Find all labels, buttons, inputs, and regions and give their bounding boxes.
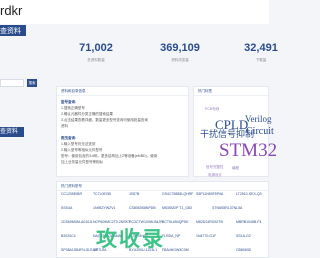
- card-divider: [57, 190, 268, 191]
- part-link[interactable]: S5P11N50F5P9A: [196, 192, 223, 196]
- part-link[interactable]: SSS4A: [61, 206, 72, 210]
- part-link[interactable]: M53SM2P T1_G83: [162, 206, 192, 210]
- tag-item[interactable]: STM32: [219, 141, 277, 160]
- info-card-title: 资料和目录信息: [61, 89, 86, 93]
- part-link[interactable]: BCT9L654QPSK: [162, 220, 188, 224]
- stat-downloads: 32,491 下载量: [236, 42, 286, 66]
- card-divider: [194, 95, 268, 96]
- stat-views: 369,109 资料浏览量: [150, 42, 210, 66]
- tag-cloud-title: 热门标签: [198, 89, 212, 93]
- info-line: 1.输入型号仍无法查到: [61, 142, 96, 146]
- info-line: 型号查询:: [61, 100, 77, 104]
- brand-logo-text: rdkr: [0, 3, 23, 18]
- info-line: 加上业务量元件型号等相似: [61, 160, 103, 164]
- part-link[interactable]: CC1205EIBR: [61, 192, 82, 196]
- search-button[interactable]: 搜索: [27, 79, 37, 87]
- part-link[interactable]: STN6S5RL37NL5A: [212, 206, 242, 210]
- part-link[interactable]: M82D24RG52TB: [196, 220, 223, 224]
- info-line: 1.搜索正确型号: [61, 106, 85, 110]
- side-nav-pill[interactable]: 查资料: [0, 127, 24, 137]
- part-link[interactable]: 1N4770-G1F: [196, 234, 216, 238]
- part-link[interactable]: GS4C7B88D-QHRF: [162, 192, 193, 196]
- part-link[interactable]: CS8060S8NPDB: [129, 206, 156, 210]
- stat-total-docs: 71,002 总资料数量: [70, 42, 122, 66]
- stat-label: 总资料数量: [87, 58, 105, 62]
- stat-value: 369,109: [160, 42, 200, 54]
- part-link[interactable]: MBRB1045B-F4: [236, 220, 261, 224]
- brand-bar: rdkr: [0, 0, 269, 24]
- part-link[interactable]: J0S7B: [129, 192, 139, 196]
- search-input[interactable]: [0, 79, 24, 87]
- part-link[interactable]: SS1A-G2: [236, 234, 251, 238]
- info-line: 2.确认元器件分类正确的搜索结果: [61, 112, 113, 116]
- part-link[interactable]: TC7L0EGB: [93, 192, 111, 196]
- stat-value: 32,491: [244, 42, 278, 54]
- part-link[interactable]: FBA4HGW3C0M: [162, 248, 189, 252]
- tag-item[interactable]: Circuit: [246, 127, 274, 137]
- page-title: 查资料: [0, 28, 21, 35]
- tag-item[interactable]: 编程: [232, 166, 239, 171]
- card-divider: [57, 95, 188, 96]
- part-link[interactable]: 1DS696SIM-A010JL: [61, 220, 93, 224]
- part-link[interactable]: LT2510-SEX-Q3: [236, 192, 262, 196]
- parts-card-title: 热门资料型号: [61, 184, 82, 188]
- stat-label: 资料浏览量: [171, 58, 189, 62]
- part-link[interactable]: CB8060D: [236, 248, 251, 252]
- info-line: 型号：使用包含的3-6码，更多结构加上Z等设备(eMBD)，使用: [61, 154, 158, 158]
- tag-item[interactable]: 信号完整性: [206, 165, 224, 170]
- part-link[interactable]: 1N95ZYWZV1: [93, 206, 116, 210]
- part-link[interactable]: B2020C4: [61, 234, 76, 238]
- info-line: 资料: [61, 124, 68, 128]
- tag-item[interactable]: PCB布线: [205, 107, 219, 112]
- tag-item[interactable]: 电源设计: [208, 173, 222, 178]
- info-line: 爬虫查询:: [61, 136, 77, 140]
- tag-item[interactable]: Verilog: [245, 115, 272, 124]
- info-line: 2.输入型号等相似元件型号: [61, 148, 103, 152]
- info-line: 3.点击结果查看详细，数量更多型号查询可使用批量查询: [61, 118, 148, 122]
- stat-label: 下载量: [255, 58, 267, 62]
- stat-value: 71,002: [79, 42, 113, 54]
- watermark-text: 攻收录: [96, 228, 165, 251]
